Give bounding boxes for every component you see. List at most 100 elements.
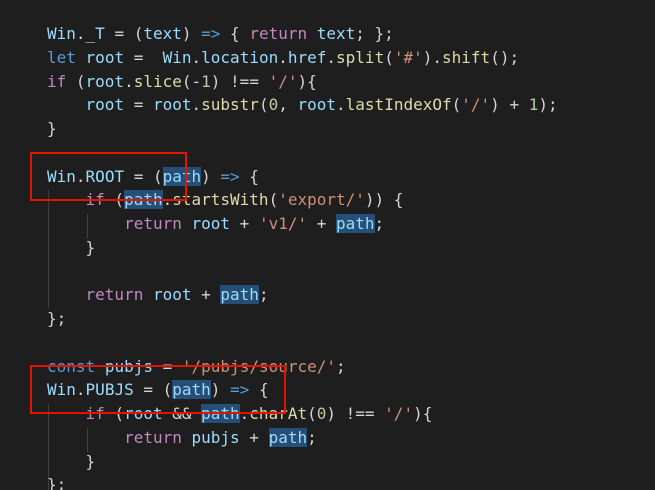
- code-token: '/': [461, 95, 491, 115]
- code-line[interactable]: [47, 260, 558, 284]
- code-token: substr: [201, 95, 259, 115]
- code-token: .: [124, 71, 134, 91]
- code-token: return: [85, 285, 144, 305]
- code-line[interactable]: [47, 331, 558, 355]
- code-token: ) !==: [210, 71, 269, 91]
- code-token: return: [249, 24, 308, 43]
- code-token: text: [143, 24, 182, 43]
- code-token: '#': [393, 47, 423, 67]
- code-line[interactable]: let root = Win.location.href.split('#').…: [47, 46, 558, 70]
- code-token: ; };: [355, 24, 394, 43]
- code-token: ).: [422, 47, 443, 67]
- code-token: =: [124, 47, 163, 67]
- code-token: ;: [336, 356, 346, 376]
- code-token: +: [230, 214, 259, 233]
- code-token: =>: [220, 166, 240, 186]
- code-token: pubjs: [191, 427, 240, 447]
- code-token: .: [191, 95, 202, 115]
- code-token: .: [278, 47, 288, 67]
- code-token: {: [239, 166, 259, 186]
- code-token: =>: [201, 24, 221, 43]
- code-token: )) {: [364, 190, 404, 210]
- code-lines: Win._T = (text) => { return text; }; let …: [47, 22, 558, 490]
- code-token: root: [191, 214, 231, 233]
- code-token: href: [287, 47, 327, 67]
- code-token: root: [152, 95, 192, 115]
- code-token: +: [307, 214, 337, 233]
- code-line[interactable]: };: [47, 307, 558, 331]
- code-line[interactable]: return pubjs + path;: [47, 426, 558, 450]
- code-token: ) !==: [326, 404, 385, 423]
- code-token: (: [307, 404, 317, 423]
- code-token: .: [75, 24, 86, 43]
- code-token: }: [47, 119, 57, 138]
- code-token: +: [239, 427, 269, 447]
- code-token: }: [85, 237, 96, 257]
- code-line[interactable]: }: [47, 450, 558, 474]
- code-token: 'v1/': [258, 214, 308, 233]
- code-token: {: [220, 24, 250, 43]
- code-token: 0: [268, 95, 279, 115]
- code-token: ;: [374, 214, 385, 233]
- code-token: root: [85, 47, 125, 67]
- code-token: if: [47, 71, 67, 91]
- code-line[interactable]: return root + path;: [47, 283, 558, 307]
- code-line[interactable]: }: [47, 117, 558, 141]
- code-token: ): [201, 166, 221, 186]
- code-token: ){: [413, 404, 433, 423]
- code-line[interactable]: if (root.slice(-1) !== '/'){: [47, 70, 558, 94]
- code-token: (-: [181, 71, 202, 91]
- code-token: .: [336, 95, 346, 115]
- code-token: }: [85, 451, 96, 471]
- code-token: Win: [47, 24, 76, 43]
- code-token: 'export/': [278, 190, 365, 210]
- code-token: ,: [278, 95, 298, 115]
- code-token: lastIndexOf: [345, 95, 452, 115]
- code-token: };: [47, 309, 67, 328]
- code-token: .: [191, 47, 202, 67]
- code-token: (: [66, 71, 86, 91]
- code-token: split: [336, 47, 385, 67]
- code-token: slice: [133, 71, 182, 91]
- code-line[interactable]: root = root.substr(0, root.lastIndexOf('…: [47, 93, 558, 117]
- code-line[interactable]: return root + 'v1/' + path;: [47, 212, 558, 236]
- code-token: location: [201, 47, 279, 67]
- code-token: ) +: [490, 95, 529, 115]
- code-token: 1: [528, 95, 539, 115]
- code-line[interactable]: };: [47, 473, 558, 490]
- code-token: (: [268, 190, 279, 210]
- code-token: ;: [307, 427, 317, 447]
- code-token: path: [336, 214, 375, 233]
- code-line[interactable]: Win._T = (text) => { return text; };: [47, 22, 558, 46]
- code-token: =: [124, 95, 153, 115]
- code-token: (: [258, 95, 269, 115]
- code-token: ){: [297, 71, 317, 91]
- code-token: (: [384, 47, 394, 67]
- code-token: return: [124, 427, 182, 447]
- code-line[interactable]: }: [47, 236, 558, 260]
- code-token: +: [191, 285, 221, 305]
- code-editor[interactable]: Win._T = (text) => { return text; }; let …: [0, 0, 655, 490]
- code-token: 0: [316, 404, 327, 423]
- code-token: root: [85, 71, 125, 91]
- code-token: 1: [201, 71, 211, 91]
- annotation-box-pubjs: [30, 365, 286, 414]
- code-token: ();: [490, 47, 520, 67]
- code-token: _T: [85, 24, 105, 43]
- code-token: '/': [268, 71, 298, 91]
- code-token: ): [181, 24, 202, 43]
- code-token: Win: [162, 47, 192, 67]
- code-token: let: [47, 47, 76, 67]
- code-token: );: [538, 95, 558, 115]
- code-token: '/': [384, 404, 414, 423]
- code-token: return: [124, 214, 182, 233]
- code-token: root: [85, 95, 125, 115]
